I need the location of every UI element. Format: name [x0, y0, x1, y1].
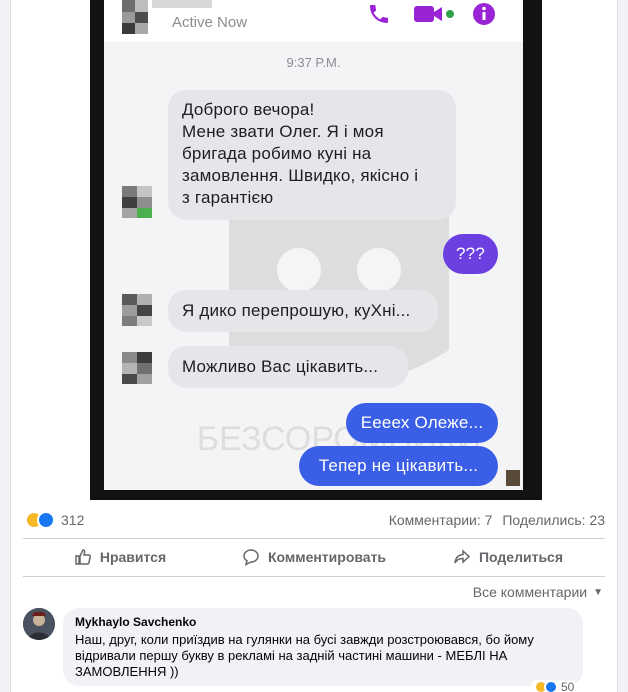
message-bubble-incoming: Доброго вечора! Мене звати Олег. Я і моя… [168, 90, 456, 220]
post-actions: Нравится Комментировать Поделиться [23, 540, 605, 574]
divider [23, 538, 605, 539]
comment-reaction-count: 50 [561, 680, 575, 692]
post-image[interactable]: Active Now БЕЗСОРОМНИКИ 9:37 P.M. Доброг… [11, 0, 617, 500]
comments-count-link[interactable]: Комментарии: 7 [389, 512, 493, 528]
sender-avatar [122, 186, 152, 218]
comment-bubble: Mykhaylo Savchenko Наш, друг, коли приїз… [63, 608, 583, 686]
message-bubble-incoming: Я дико перепрошую, куХні... [168, 290, 438, 332]
video-call-icon[interactable] [414, 2, 456, 26]
message-line: замовлення. Швидко, якісно і [182, 166, 419, 185]
user-photo-icon [23, 608, 55, 640]
pixelated-avatar [122, 0, 148, 34]
comment-author[interactable]: Mykhaylo Savchenko [75, 615, 571, 630]
chevron-down-icon: ▼ [593, 586, 603, 598]
read-receipt-avatar [506, 470, 520, 486]
message-line: бригада робимо куні на [182, 144, 372, 163]
post-card: Active Now БЕЗСОРОМНИКИ 9:37 P.M. Доброг… [10, 0, 618, 692]
message-timestamp: 9:37 P.M. [286, 55, 341, 70]
comment-line: ЗАМОВЛЕННЯ )) [75, 664, 179, 679]
comment-button[interactable]: Комментировать [217, 540, 411, 574]
message-line: Мене звати Олег. Я і моя [182, 122, 384, 141]
comment-sort-label: Все комментарии [472, 584, 588, 600]
comment-text: Наш, друг, коли приїздив на гулянки на б… [75, 632, 571, 680]
shares-count-link[interactable]: Поделились: 23 [502, 512, 605, 528]
post-stats: Комментарии: 7 Поделились: 23 [383, 512, 605, 528]
reaction-count: 312 [61, 512, 85, 528]
share-icon [454, 549, 471, 564]
blurred-name [152, 0, 212, 8]
comment-sort-dropdown[interactable]: Все комментарии ▼ [473, 584, 603, 600]
share-button[interactable]: Поделиться [411, 540, 605, 574]
message-bubble-incoming: Можливо Вас цікавить... [168, 346, 408, 388]
phone-icon[interactable] [367, 2, 391, 26]
message-bubble-outgoing: Тепер не цікавить... [299, 446, 498, 486]
thumbs-up-icon [75, 549, 91, 565]
comment-button-label: Комментировать [267, 549, 387, 565]
message-bubble-outgoing: ??? [443, 234, 498, 274]
like-reaction-icon [37, 511, 55, 529]
sender-avatar [122, 352, 152, 384]
messenger-header: Active Now [104, 0, 523, 42]
like-button-label: Нравится [99, 549, 167, 565]
like-reaction-icon [544, 680, 558, 692]
comment-line: Наш, друг, коли приїздив на гулянки на б… [75, 632, 534, 647]
reactions-summary[interactable]: 312 [25, 510, 84, 530]
like-button[interactable]: Нравится [23, 540, 217, 574]
comment-line: відривали першу букву в рекламі на задні… [75, 648, 508, 663]
info-icon[interactable] [472, 2, 496, 26]
share-button-label: Поделиться [478, 549, 564, 565]
messenger-screenshot: Active Now БЕЗСОРОМНИКИ 9:37 P.M. Доброг… [104, 0, 523, 490]
avatar[interactable] [23, 608, 55, 640]
message-line: з гарантією [182, 188, 274, 207]
message-bubble-outgoing: Еееех Олеже... [346, 403, 498, 443]
active-status: Active Now [172, 14, 248, 31]
comment-icon [243, 549, 259, 566]
sender-avatar [122, 294, 152, 326]
comment-reactions[interactable]: 50 [531, 680, 578, 692]
message-line: Доброго вечора! [182, 100, 315, 119]
divider [23, 576, 605, 577]
